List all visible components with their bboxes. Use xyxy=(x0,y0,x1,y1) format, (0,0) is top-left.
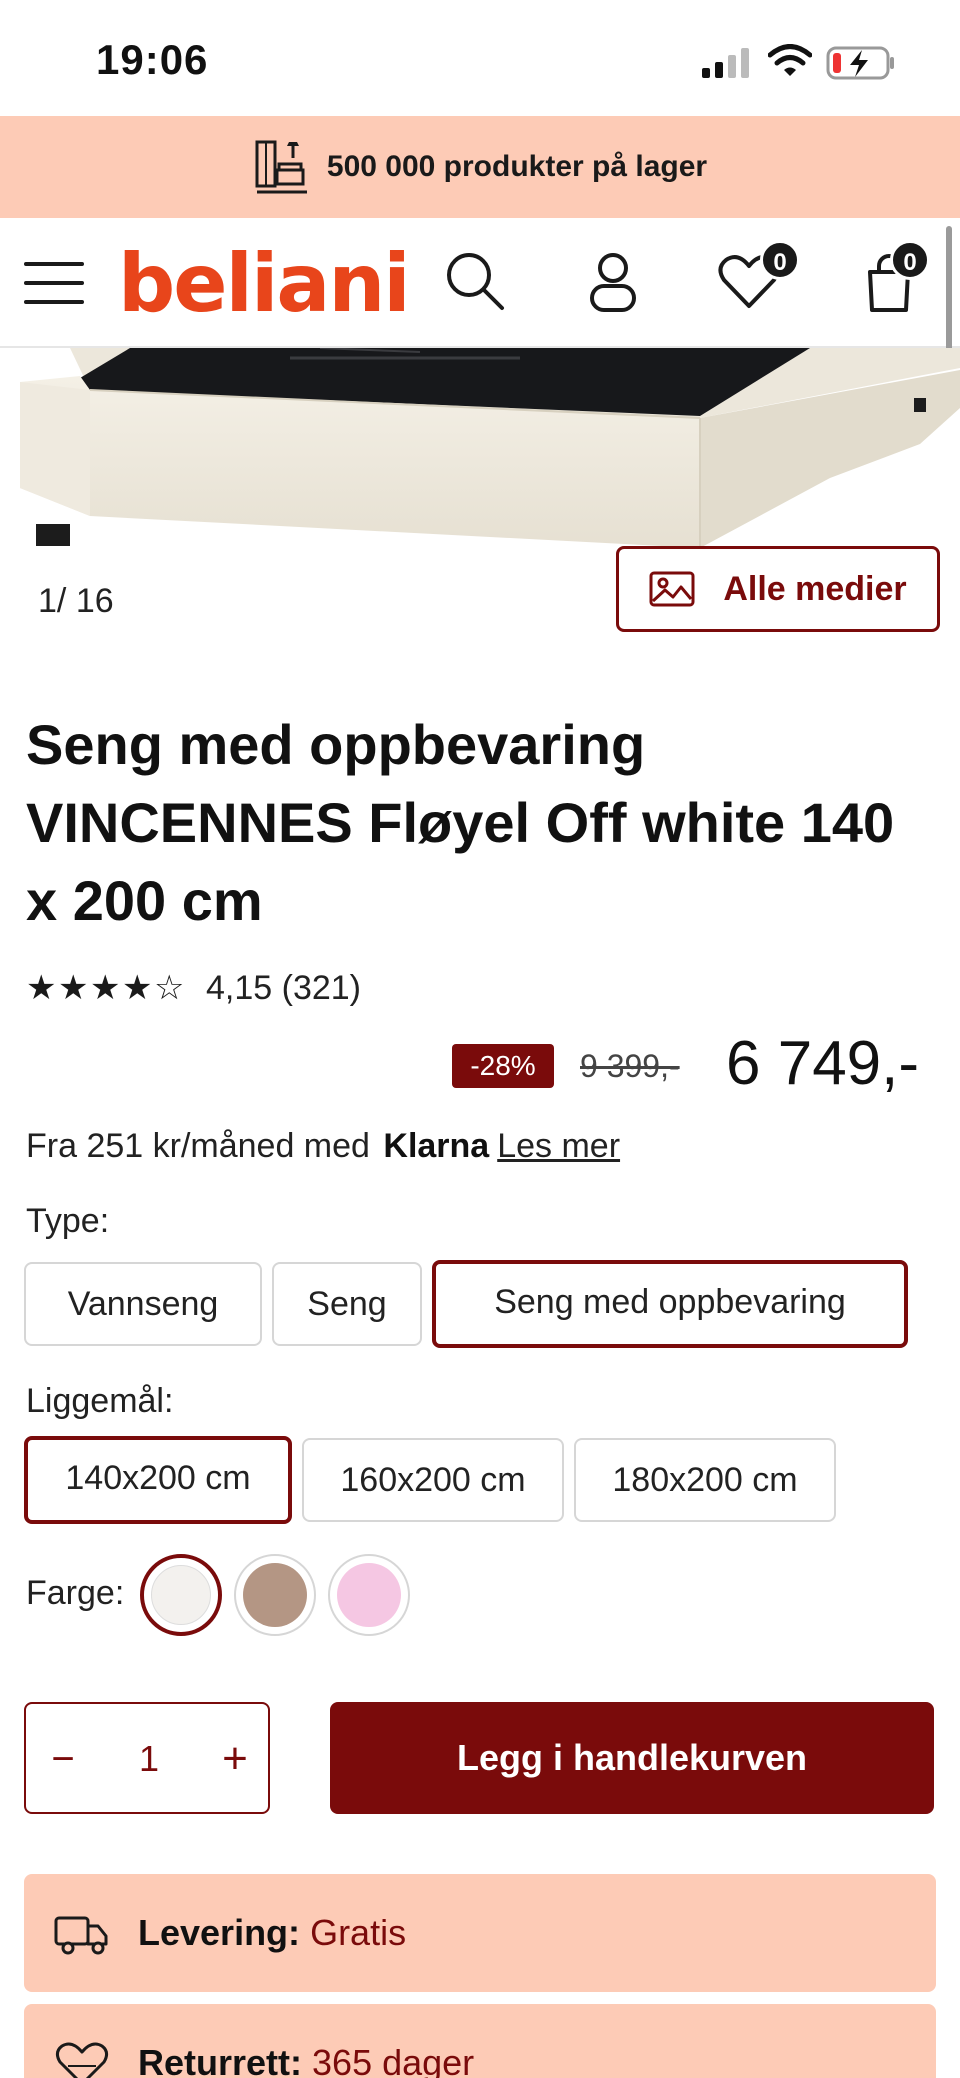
wifi-icon xyxy=(768,44,812,76)
product-rating[interactable]: ★ ★ ★ ★ ☆ 4,15 (321) xyxy=(26,966,361,1010)
quantity-value[interactable]: 1 xyxy=(116,1734,182,1784)
decrease-quantity-button[interactable]: − xyxy=(38,1734,88,1784)
discount-badge: -28% xyxy=(452,1044,554,1088)
image-icon xyxy=(649,571,695,607)
type-option-vannseng[interactable]: Vannseng xyxy=(24,1262,262,1346)
size-option-160x200[interactable]: 160x200 cm xyxy=(302,1438,564,1522)
rating-stars: ★ ★ ★ ★ ☆ xyxy=(26,968,186,1008)
star-empty-icon: ☆ xyxy=(154,969,185,1007)
color-swatch-off-white[interactable] xyxy=(140,1554,222,1636)
current-price: 6 749,- xyxy=(726,1029,920,1098)
color-swatch-taupe[interactable] xyxy=(234,1554,316,1636)
star-filled-icon: ★ xyxy=(26,969,57,1007)
return-value: 365 dager xyxy=(312,2042,475,2078)
signal-icon xyxy=(702,48,749,78)
wishlist-count-badge: 0 xyxy=(760,240,800,280)
klarna-financing: Fra 251 kr/måned med Klarna Les mer xyxy=(26,1124,620,1168)
status-time: 19:06 xyxy=(96,36,209,83)
rating-text: 4,15 (321) xyxy=(206,968,361,1007)
color-label: Farge: xyxy=(26,1574,125,1612)
size-option-140x200[interactable]: 140x200 cm xyxy=(24,1436,292,1524)
swatch-color xyxy=(337,1563,401,1627)
star-filled-icon: ★ xyxy=(58,969,89,1007)
all-media-label: Alle medier xyxy=(723,569,907,608)
hamburger-icon[interactable] xyxy=(24,258,86,308)
image-counter-current: 1 xyxy=(38,582,57,620)
cart-count-badge: 0 xyxy=(890,240,930,280)
image-counter-total: 16 xyxy=(75,582,114,620)
klarna-read-more-link[interactable]: Les mer xyxy=(497,1127,620,1165)
return-text: Returrett: 365 dager xyxy=(138,2040,474,2078)
product-title: Seng med oppbevaring VINCENNES Fløyel Of… xyxy=(26,713,895,932)
color-swatch-pink[interactable] xyxy=(328,1554,410,1636)
delivery-text: Levering: Gratis xyxy=(138,1910,406,1956)
type-option-seng-med-oppbevaring[interactable]: Seng med oppbevaring xyxy=(432,1260,908,1348)
beliani-logo[interactable]: beliani xyxy=(118,240,411,328)
delivery-key: Levering: xyxy=(138,1912,301,1953)
battery-icon xyxy=(826,46,894,80)
delivery-info[interactable]: Levering: Gratis xyxy=(24,1874,936,1992)
furniture-icon xyxy=(255,140,307,194)
status-bar: 19:06 xyxy=(0,0,960,116)
return-info[interactable]: Returrett: 365 dager xyxy=(24,2004,936,2078)
image-counter-sep: / xyxy=(56,582,76,620)
quantity-stepper: − 1 + xyxy=(24,1702,270,1814)
site-header: beliani 0 0 xyxy=(0,218,960,348)
increase-quantity-button[interactable]: + xyxy=(210,1734,260,1784)
star-filled-icon: ★ xyxy=(122,969,153,1007)
swatch-color xyxy=(151,1565,211,1625)
size-label: Liggemål: xyxy=(26,1382,174,1420)
promo-text: 500 000 produkter på lager xyxy=(326,150,708,183)
all-media-button[interactable]: Alle medier xyxy=(616,546,940,632)
klarna-prefix: Fra 251 kr/måned med xyxy=(26,1127,370,1165)
type-option-seng[interactable]: Seng xyxy=(272,1262,422,1346)
return-365-icon xyxy=(55,2042,109,2078)
star-filled-icon: ★ xyxy=(90,969,121,1007)
type-label: Type: xyxy=(26,1202,110,1240)
promo-banner: 500 000 produkter på lager xyxy=(0,116,960,218)
return-key: Returrett: xyxy=(138,2042,303,2078)
user-icon[interactable] xyxy=(580,248,646,314)
search-icon[interactable] xyxy=(442,248,508,314)
add-to-cart-button[interactable]: Legg i handlekurven xyxy=(330,1702,934,1814)
image-counter: 1/ 16 xyxy=(38,582,114,621)
delivery-value: Gratis xyxy=(310,1912,407,1953)
size-option-180x200[interactable]: 180x200 cm xyxy=(574,1438,836,1522)
swatch-color xyxy=(243,1563,307,1627)
klarna-logo: Klarna xyxy=(383,1127,490,1165)
old-price: 9 399,- xyxy=(580,1048,680,1084)
truck-icon xyxy=(54,1916,108,1955)
